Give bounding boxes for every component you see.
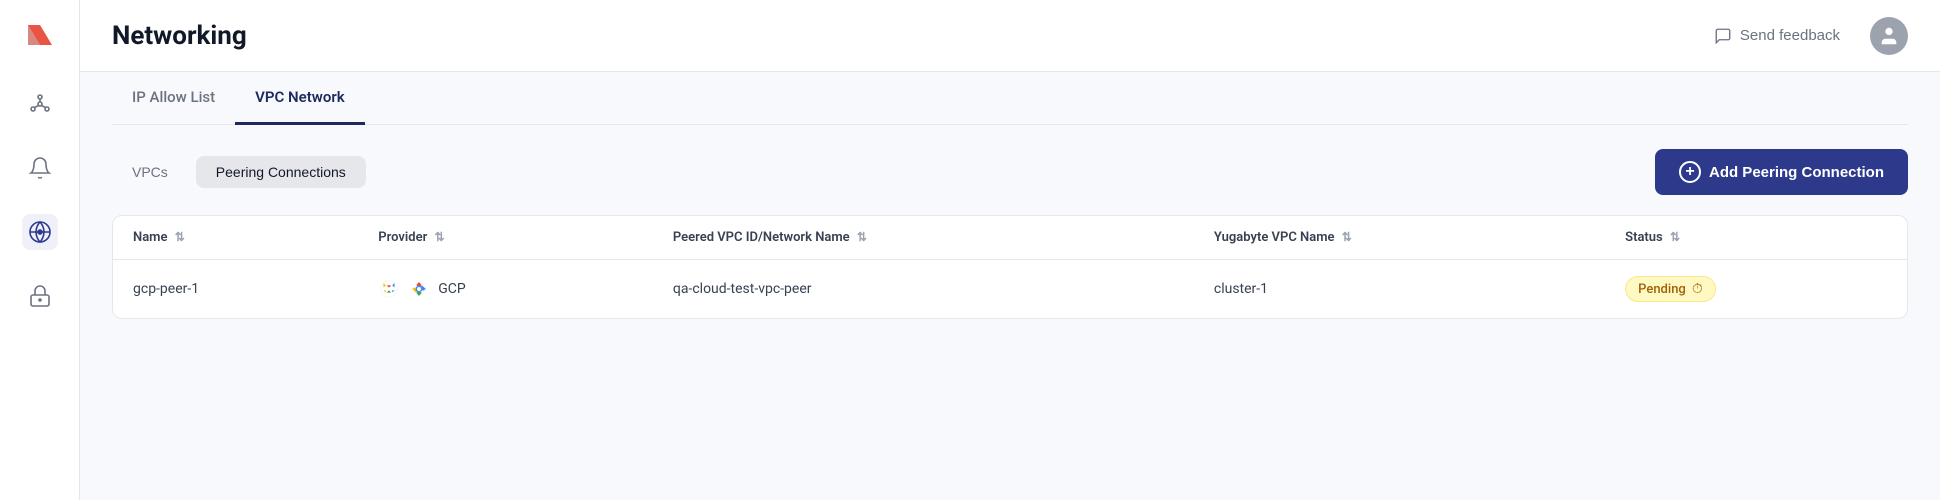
- clock-icon: ⏱: [1692, 281, 1703, 297]
- sidebar: [0, 0, 80, 500]
- col-header-status[interactable]: Status ⇅: [1605, 216, 1907, 260]
- user-avatar[interactable]: [1870, 17, 1908, 55]
- cell-name: gcp-peer-1: [113, 260, 358, 319]
- tab-vpc-network[interactable]: VPC Network: [235, 72, 365, 125]
- table-header-row: Name ⇅ Provider ⇅ Peered VPC ID/Network …: [113, 216, 1907, 260]
- cell-yugabyte-vpc: cluster-1: [1194, 260, 1605, 319]
- main-content: Networking Send feedback IP Allow List V…: [80, 0, 1940, 500]
- peering-connections-table: Name ⇅ Provider ⇅ Peered VPC ID/Network …: [112, 215, 1908, 319]
- col-header-peered-vpc[interactable]: Peered VPC ID/Network Name ⇅: [653, 216, 1194, 260]
- col-header-name[interactable]: Name ⇅: [113, 216, 358, 260]
- cell-peered-vpc: qa-cloud-test-vpc-peer: [653, 260, 1194, 319]
- gcp-icon: [408, 278, 430, 300]
- page-header: Networking Send feedback: [80, 0, 1940, 72]
- send-feedback-button[interactable]: Send feedback: [1704, 21, 1850, 51]
- sort-icon-yugabyte-vpc: ⇅: [1342, 230, 1352, 244]
- main-tabs: IP Allow List VPC Network: [112, 72, 1908, 125]
- app-logo[interactable]: [19, 16, 61, 58]
- add-peering-connection-button[interactable]: + Add Peering Connection: [1655, 149, 1908, 195]
- sidebar-item-security[interactable]: [22, 278, 58, 314]
- sidebar-item-notifications[interactable]: [22, 150, 58, 186]
- sub-tab-vpcs[interactable]: VPCs: [112, 156, 188, 188]
- cell-provider: GCP: [358, 260, 653, 319]
- page-content: IP Allow List VPC Network VPCs Peering C…: [80, 72, 1940, 500]
- sort-icon-peered-vpc: ⇅: [857, 230, 867, 244]
- header-actions: Send feedback: [1704, 17, 1908, 55]
- feedback-icon: [1714, 27, 1732, 45]
- sort-icon-status: ⇅: [1670, 230, 1680, 244]
- sidebar-item-clusters[interactable]: [22, 86, 58, 122]
- sort-icon-provider: ⇅: [434, 230, 444, 244]
- tab-ip-allow-list[interactable]: IP Allow List: [112, 72, 235, 125]
- cell-status: Pending ⏱: [1605, 260, 1907, 319]
- plus-circle-icon: +: [1679, 161, 1701, 183]
- sub-tabs-row: VPCs Peering Connections + Add Peering C…: [112, 149, 1908, 195]
- provider-cell: GCP: [378, 278, 633, 300]
- sort-icon-name: ⇅: [175, 230, 185, 244]
- table-row: gcp-peer-1: [113, 260, 1907, 319]
- gcp-logo-icon: [378, 278, 400, 300]
- sub-tab-peering-connections[interactable]: Peering Connections: [196, 156, 366, 188]
- sub-tabs: VPCs Peering Connections: [112, 156, 366, 188]
- col-header-provider[interactable]: Provider ⇅: [358, 216, 653, 260]
- status-badge: Pending ⏱: [1625, 276, 1716, 302]
- col-header-yugabyte-vpc[interactable]: Yugabyte VPC Name ⇅: [1194, 216, 1605, 260]
- page-title: Networking: [112, 21, 247, 51]
- avatar-icon: [1878, 25, 1900, 47]
- sidebar-item-networking[interactable]: [22, 214, 58, 250]
